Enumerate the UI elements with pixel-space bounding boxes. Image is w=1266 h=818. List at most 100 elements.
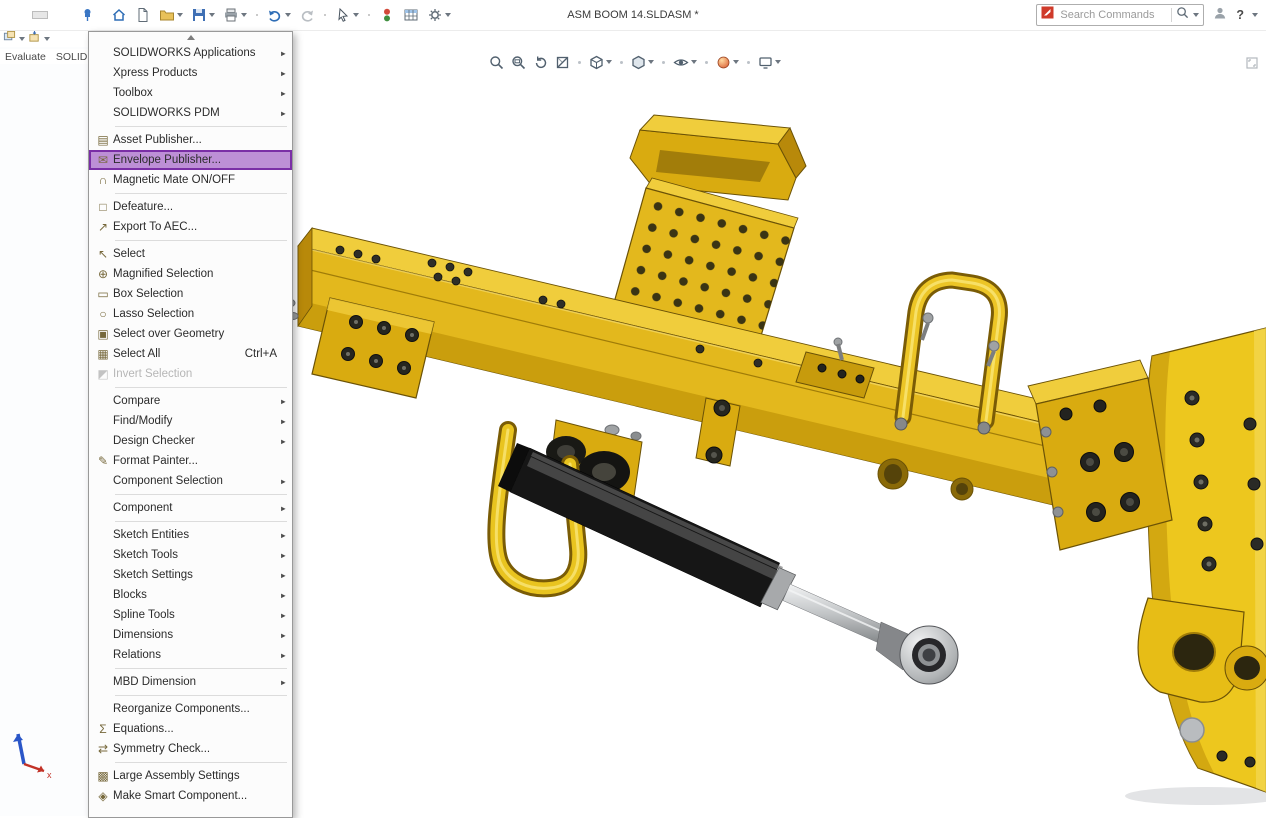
save-icon[interactable] xyxy=(189,5,217,25)
menu-item-select[interactable]: ↖ Select xyxy=(89,244,292,264)
view-settings-icon[interactable] xyxy=(757,54,782,71)
triad-x-label: x xyxy=(47,770,52,780)
tab-evaluate[interactable]: Evaluate xyxy=(0,51,51,63)
menu-item-asset-publisher[interactable]: ▤ Asset Publisher... xyxy=(89,130,292,150)
menubar-item-tools[interactable] xyxy=(32,11,48,19)
print-icon[interactable] xyxy=(221,5,249,25)
menu-item-export-to-aec[interactable]: ↗ Export To AEC... xyxy=(89,217,292,237)
menu-item-large-assembly-settings[interactable]: ▩ Large Assembly Settings xyxy=(89,766,292,786)
menu-item-sketch-settings[interactable]: Sketch Settings xyxy=(89,565,292,585)
submenu-arrow-icon xyxy=(277,504,287,513)
menu-item-solidworks-pdm[interactable]: SOLIDWORKS PDM xyxy=(89,103,292,123)
select-icon[interactable] xyxy=(333,5,361,25)
menu-item-mbd-dimension[interactable]: MBD Dimension xyxy=(89,672,292,692)
submenu-arrow-icon xyxy=(277,551,287,560)
menu-item-make-smart-component[interactable]: ◈ Make Smart Component... xyxy=(89,786,292,806)
feature-panel xyxy=(0,30,88,816)
menu-item-equations[interactable]: Σ Equations... xyxy=(89,719,292,739)
caret-icon[interactable] xyxy=(44,37,50,41)
tab-solidworks-addins[interactable]: SOLID xyxy=(51,51,88,63)
menu-item-format-painter[interactable]: ✎ Format Painter... xyxy=(89,451,292,471)
top-mount-bracket xyxy=(612,115,806,372)
menu-item-box-selection[interactable]: ▭ Box Selection xyxy=(89,284,292,304)
search-options-caret-icon[interactable] xyxy=(1193,13,1199,17)
zoom-to-fit-icon[interactable] xyxy=(488,54,505,71)
topbar-right: ? xyxy=(1036,0,1258,30)
heads-up-view-toolbar xyxy=(488,52,782,72)
insert-components-icon[interactable] xyxy=(28,30,41,48)
previous-view-icon[interactable] xyxy=(532,54,549,71)
menu-item-envelope-publisher[interactable]: ✉ Envelope Publisher... xyxy=(89,150,292,170)
menu-separator xyxy=(89,190,292,197)
fullscreen-icon[interactable] xyxy=(1246,56,1258,74)
menu-scroll-up[interactable] xyxy=(89,32,292,43)
menu-separator xyxy=(89,518,292,525)
search-icon[interactable] xyxy=(1176,6,1189,24)
menu-item-compare[interactable]: Compare xyxy=(89,391,292,411)
menu-item-magnetic-mate-on-off[interactable]: ∩ Magnetic Mate ON/OFF xyxy=(89,170,292,190)
help-caret-icon[interactable] xyxy=(1252,13,1258,17)
menu-item-sketch-entities[interactable]: Sketch Entities xyxy=(89,525,292,545)
submenu-arrow-icon xyxy=(277,631,287,640)
smart-component-icon: ◈ xyxy=(93,786,113,806)
submenu-arrow-icon xyxy=(277,397,287,406)
caret-icon[interactable] xyxy=(19,37,25,41)
menu-separator xyxy=(89,692,292,699)
mid-clamp xyxy=(605,398,740,466)
display-style-icon[interactable] xyxy=(630,54,655,71)
menu-item-dimensions[interactable]: Dimensions xyxy=(89,625,292,645)
home-icon[interactable] xyxy=(109,5,129,25)
select-cursor-icon: ↖ xyxy=(93,244,113,264)
menu-item-component-selection[interactable]: Component Selection xyxy=(89,471,292,491)
menubar-item-insert[interactable] xyxy=(16,11,32,19)
menu-item-xpress-products[interactable]: Xpress Products xyxy=(89,63,292,83)
zoom-to-area-icon[interactable] xyxy=(510,54,527,71)
edit-appearance-icon[interactable] xyxy=(715,54,740,71)
hud-separator xyxy=(578,61,581,64)
help-button[interactable]: ? xyxy=(1236,8,1244,22)
options-icon[interactable] xyxy=(425,5,453,25)
menubar-item-view[interactable] xyxy=(0,11,16,19)
new-document-icon[interactable] xyxy=(133,5,153,25)
menubar-item-window[interactable] xyxy=(48,11,64,19)
sign-in-icon[interactable] xyxy=(1212,5,1228,26)
design-table-icon[interactable] xyxy=(401,5,421,25)
menu-item-lasso-selection[interactable]: ○ Lasso Selection xyxy=(89,304,292,324)
menu-item-relations[interactable]: Relations xyxy=(89,645,292,665)
menu-item-invert-selection: ◩ Invert Selection xyxy=(89,364,292,384)
menu-separator xyxy=(89,384,292,391)
menubar-item-help[interactable] xyxy=(64,11,80,19)
menu-item-find-modify[interactable]: Find/Modify xyxy=(89,411,292,431)
menu-item-select-all[interactable]: ▦ Select All Ctrl+A xyxy=(89,344,292,364)
section-view-icon[interactable] xyxy=(554,54,571,71)
search-commands-box[interactable] xyxy=(1036,4,1204,26)
view-orientation-icon[interactable] xyxy=(588,54,613,71)
redo-icon xyxy=(297,5,317,25)
open-document-icon[interactable] xyxy=(157,5,185,25)
scroll-up-icon xyxy=(187,35,195,40)
menu-item-design-checker[interactable]: Design Checker xyxy=(89,431,292,451)
search-input[interactable] xyxy=(1058,8,1167,22)
menu-item-spline-tools[interactable]: Spline Tools xyxy=(89,605,292,625)
menu-item-sketch-tools[interactable]: Sketch Tools xyxy=(89,545,292,565)
menu-item-solidworks-applications[interactable]: SOLIDWORKS Applications xyxy=(89,43,292,63)
lasso-selection-icon: ○ xyxy=(93,304,113,324)
toolbar-separator xyxy=(368,14,370,16)
menu-item-magnified-selection[interactable]: ⊕ Magnified Selection xyxy=(89,264,292,284)
submenu-arrow-icon xyxy=(277,437,287,446)
menu-item-select-over-geometry[interactable]: ▣ Select over Geometry xyxy=(89,324,292,344)
pin-menubar-icon[interactable] xyxy=(82,8,93,22)
menu-item-symmetry-check[interactable]: ⇄ Symmetry Check... xyxy=(89,739,292,759)
rebuild-icon[interactable] xyxy=(377,5,397,25)
edit-component-icon[interactable] xyxy=(3,30,16,48)
hide-show-items-icon[interactable] xyxy=(672,54,698,71)
format-painter-icon: ✎ xyxy=(93,451,113,471)
menu-item-toolbox[interactable]: Toolbox xyxy=(89,83,292,103)
menu-item-component[interactable]: Component xyxy=(89,498,292,518)
submenu-arrow-icon xyxy=(277,651,287,660)
undo-icon[interactable] xyxy=(265,5,293,25)
small-bracket xyxy=(796,338,874,398)
menu-item-defeature[interactable]: □ Defeature... xyxy=(89,197,292,217)
menu-item-reorganize-components[interactable]: Reorganize Components... xyxy=(89,699,292,719)
menu-item-blocks[interactable]: Blocks xyxy=(89,585,292,605)
